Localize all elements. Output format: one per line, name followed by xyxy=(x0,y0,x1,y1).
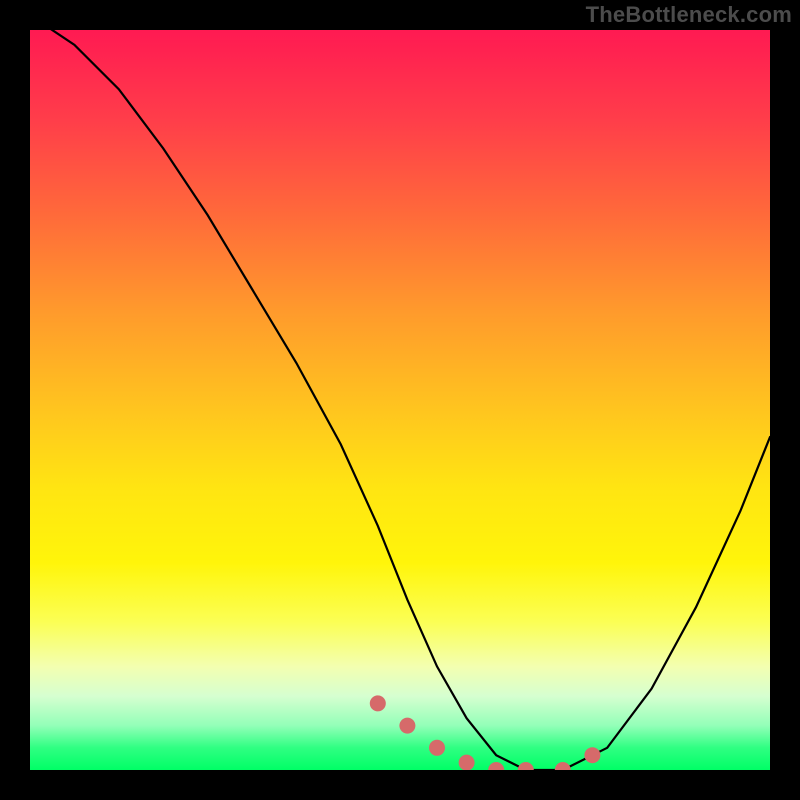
bottleneck-curve xyxy=(30,30,770,770)
highlight-markers xyxy=(370,695,601,770)
highlight-marker xyxy=(584,747,600,763)
highlight-marker xyxy=(459,755,475,770)
highlight-marker xyxy=(399,718,415,734)
highlight-marker xyxy=(370,695,386,711)
watermark-text: TheBottleneck.com xyxy=(586,2,792,28)
plot-area xyxy=(30,30,770,770)
highlight-marker xyxy=(429,740,445,756)
curve-layer xyxy=(30,30,770,770)
highlight-marker xyxy=(488,762,504,770)
chart-stage: TheBottleneck.com xyxy=(0,0,800,800)
highlight-marker xyxy=(518,762,534,770)
highlight-marker xyxy=(555,762,571,770)
